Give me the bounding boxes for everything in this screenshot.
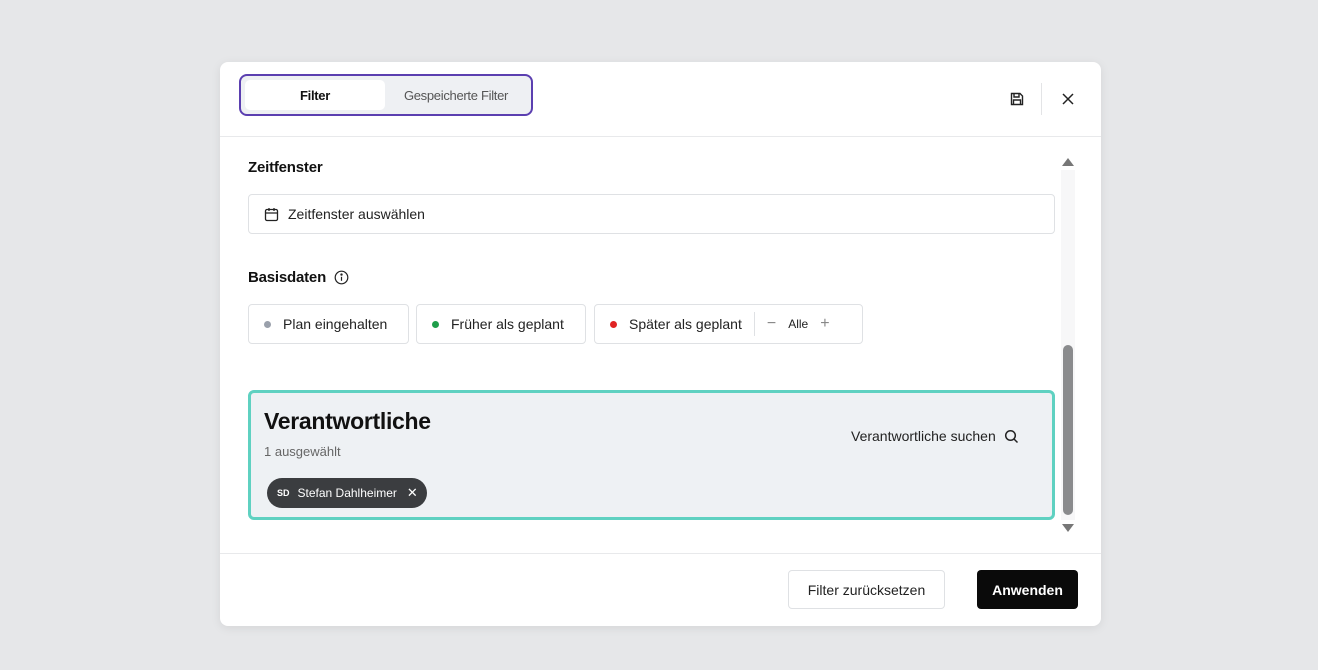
basisdaten-label: Basisdaten [248,269,327,286]
zeitfenster-placeholder: Zeitfenster auswählen [288,206,425,222]
close-icon [1062,93,1074,105]
tab-filter[interactable]: Filter [245,80,385,110]
zeitfenster-title: Zeitfenster [248,159,323,176]
chip-plan-eingehalten[interactable]: Plan eingehalten [248,304,409,344]
status-dot-green [432,320,439,328]
zeitfenster-select[interactable]: Zeitfenster auswählen [248,194,1055,234]
filter-modal: Filter Gespeicherte Filter Zeitfenster Z… [220,62,1101,626]
chip-label: Plan eingehalten [283,316,388,332]
tab-saved-filters[interactable]: Gespeicherte Filter [385,80,527,110]
search-icon [1004,429,1018,443]
filter-tabs: Filter Gespeicherte Filter [239,74,533,116]
scroll-down-arrow-icon[interactable] [1062,524,1074,532]
apply-button[interactable]: Anwenden [977,570,1078,609]
status-dot-grey [264,320,271,328]
reset-filter-button[interactable]: Filter zurücksetzen [788,570,945,609]
verantwortliche-count: 1 ausgewählt [264,444,341,459]
range-label: Alle [788,317,809,331]
verantwortliche-title: Verantwortliche [264,408,431,434]
modal-footer: Filter zurücksetzen Anwenden [220,553,1101,626]
chip-spaeter-als-geplant[interactable]: Später als geplant − Alle + [594,304,863,344]
plus-icon[interactable]: + [820,316,829,332]
save-filter-button[interactable] [1004,86,1030,112]
chip-label: Später als geplant [629,316,742,332]
search-label: Verantwortliche suchen [851,428,996,444]
remove-person-icon[interactable]: ✕ [407,485,418,501]
close-button[interactable] [1055,86,1081,112]
verantwortliche-section: Verantwortliche 1 ausgewählt Verantwortl… [248,390,1055,520]
status-dot-red [610,320,617,328]
save-icon [1010,92,1024,106]
minus-icon[interactable]: − [767,316,776,332]
modal-header: Filter Gespeicherte Filter [220,62,1101,137]
chip-separator [753,312,755,336]
delay-range-control: − Alle + [767,316,830,332]
info-icon[interactable] [334,270,349,285]
scrollbar-thumb[interactable] [1063,345,1073,515]
chip-label: Früher als geplant [451,316,564,332]
header-divider [1041,83,1042,115]
selected-person-chip: SD Stefan Dahlheimer ✕ [267,478,427,508]
calendar-icon [264,207,279,221]
avatar: SD [277,488,290,498]
verantwortliche-search-button[interactable]: Verantwortliche suchen [851,428,1019,444]
basisdaten-title: Basisdaten [248,269,349,286]
scroll-up-arrow-icon[interactable] [1062,158,1074,166]
chip-frueher-als-geplant[interactable]: Früher als geplant [416,304,586,344]
person-name: Stefan Dahlheimer [297,486,397,500]
